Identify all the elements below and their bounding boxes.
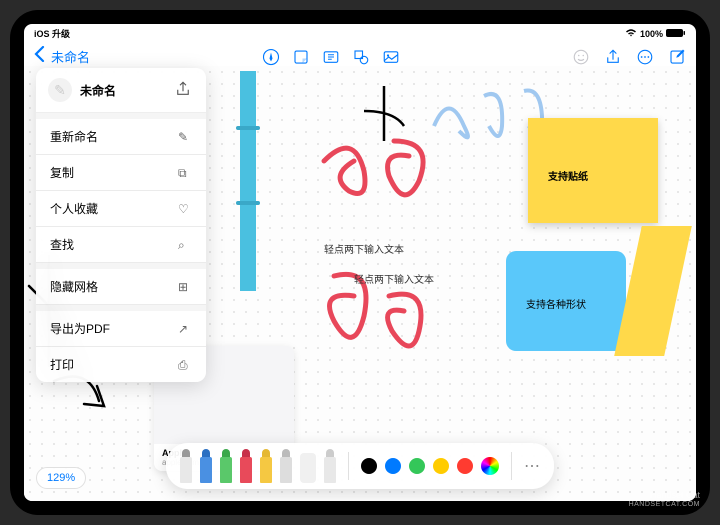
export-icon: ↗ [178,322,192,336]
copy-icon: ⧉ [178,166,192,180]
pen-tool-4[interactable] [240,449,252,483]
menu-item-duplicate[interactable]: 复制⧉ [36,155,206,191]
status-right: 100% [625,28,686,40]
wifi-icon [625,28,637,40]
status-left-text: iOS 升级 [34,27,70,40]
status-bar: iOS 升级 100% [24,24,696,43]
ruler-tool[interactable] [324,449,336,483]
menu-header: ✎ 未命名 [36,68,206,113]
pen-tool-5[interactable] [260,449,272,483]
color-yellow[interactable] [433,458,449,474]
text-placeholder-2[interactable]: 轻点两下输入文本 [354,271,434,286]
pen-tool-6[interactable] [280,449,292,483]
media-button[interactable] [382,48,400,66]
menu-item-print[interactable]: 打印⎙ [36,347,206,382]
toolbar-center [96,48,566,66]
bamboo-drawing [240,71,256,291]
pen-tool-2[interactable] [200,449,212,483]
sticky-note-text: 支持贴纸 [548,168,588,183]
search-icon: ⌕ [178,238,192,252]
color-red[interactable] [457,458,473,474]
compose-button[interactable] [668,48,686,66]
pen-tool-1[interactable] [180,449,192,483]
heart-icon: ♡ [178,202,192,216]
tray-more-icon[interactable]: ⋯ [524,456,540,476]
text-placeholder-1[interactable]: 轻点两下输入文本 [324,241,404,256]
pen-tool-button[interactable] [262,48,280,66]
color-blue[interactable] [385,458,401,474]
shape-button[interactable] [352,48,370,66]
menu-title: 未命名 [80,82,166,99]
document-title[interactable]: 未命名 [51,47,90,66]
pencil-icon: ✎ [178,130,192,144]
menu-share-icon[interactable] [174,80,194,100]
board-thumbnail-icon: ✎ [48,78,72,102]
pencil-tool-tray: ⋯ [166,443,554,489]
grid-icon: ⊞ [178,280,192,294]
shape-rectangle[interactable]: 支持各种形状 [506,251,626,351]
screen: iOS 升级 100% 未命名 [24,24,696,501]
print-icon: ⎙ [178,358,192,372]
menu-item-favorite[interactable]: 个人收藏♡ [36,191,206,227]
pen-tool-3[interactable] [220,449,232,483]
sticky-note[interactable]: 支持贴纸 [528,118,658,223]
shape-text: 支持各种形状 [526,296,586,311]
more-button[interactable] [636,48,654,66]
back-button[interactable] [34,46,45,67]
emoji-button[interactable] [572,48,590,66]
watermark: Handset Cat HANDSETCAT.COM [629,491,700,509]
menu-item-find[interactable]: 查找⌕ [36,227,206,263]
tray-divider-2 [511,452,512,480]
eraser-tool[interactable] [300,449,316,483]
share-button[interactable] [604,48,622,66]
context-menu: ✎ 未命名 重新命名✎ 复制⧉ 个人收藏♡ 查找⌕ 隐藏网格⊞ 导出为PDF↗ … [36,68,206,382]
zoom-level-button[interactable]: 129% [36,467,86,489]
toolbar-right [572,48,686,66]
color-green[interactable] [409,458,425,474]
black-stroke-1 [354,81,414,151]
text-button[interactable] [322,48,340,66]
sticky-note-button[interactable] [292,48,310,66]
tray-divider [348,452,349,480]
red-scribble [304,121,464,241]
menu-item-rename[interactable]: 重新命名✎ [36,119,206,155]
battery-text: 100% [640,29,663,39]
menu-item-hide-grid[interactable]: 隐藏网格⊞ [36,269,206,305]
color-picker-button[interactable] [481,457,499,475]
menu-item-export-pdf[interactable]: 导出为PDF↗ [36,311,206,347]
ipad-device-frame: iOS 升级 100% 未命名 [10,10,710,515]
battery-icon [666,28,686,40]
color-black[interactable] [361,458,377,474]
